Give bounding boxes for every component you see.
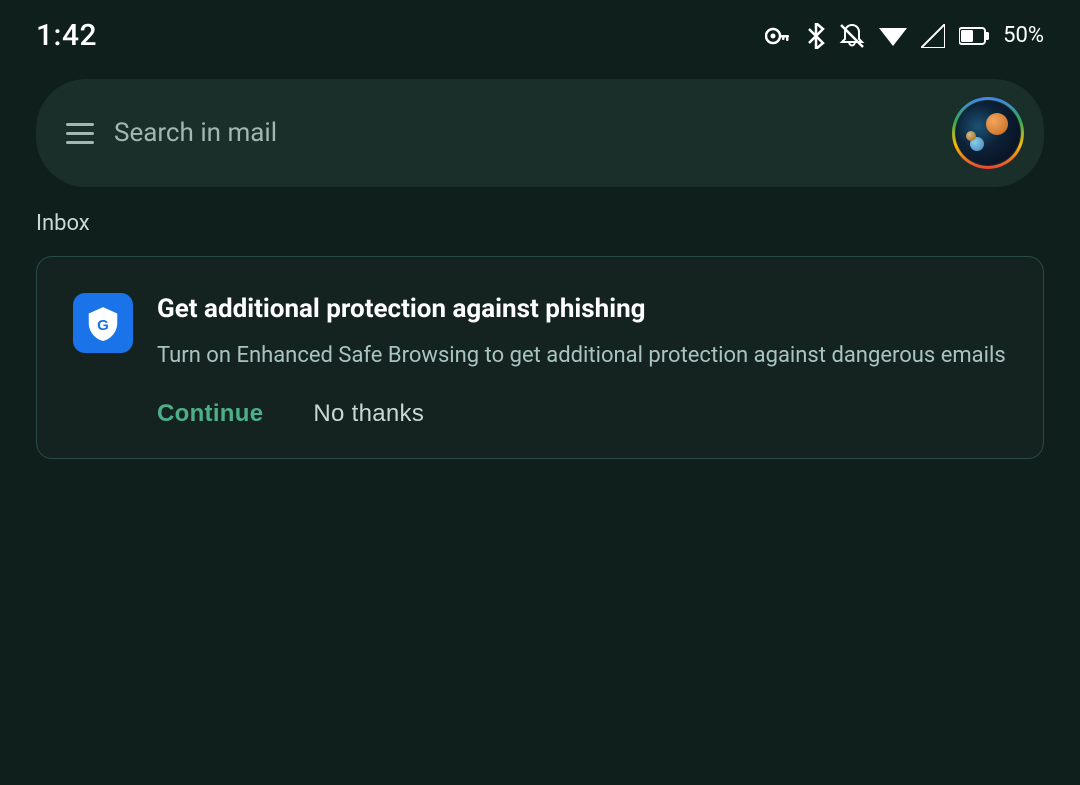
- promo-card: G Get additional protection against phis…: [36, 256, 1044, 459]
- status-time: 1:42: [36, 18, 97, 53]
- avatar-image: [956, 101, 1020, 165]
- bell-muted-icon: [839, 23, 865, 49]
- promo-title: Get additional protection against phishi…: [157, 293, 1007, 327]
- status-icons: 50%: [765, 23, 1044, 49]
- bluetooth-icon: [807, 23, 825, 49]
- search-bar-container: Search in mail: [0, 63, 1080, 211]
- cell-signal-icon: [921, 24, 945, 48]
- promo-text-block: Get additional protection against phishi…: [157, 293, 1007, 372]
- planet-decoration-1: [986, 113, 1008, 135]
- battery-percentage: 50%: [1003, 23, 1044, 48]
- wifi-icon: [879, 24, 907, 48]
- user-avatar[interactable]: [952, 97, 1024, 169]
- search-placeholder[interactable]: Search in mail: [114, 118, 932, 148]
- battery-icon: [959, 26, 989, 46]
- svg-text:G: G: [97, 317, 109, 334]
- continue-button[interactable]: Continue: [157, 400, 263, 428]
- promo-card-header: G Get additional protection against phis…: [73, 293, 1007, 372]
- vpn-key-icon: [765, 26, 793, 46]
- hamburger-menu-icon[interactable]: [66, 123, 94, 144]
- no-thanks-button[interactable]: No thanks: [313, 400, 424, 428]
- promo-actions: Continue No thanks: [73, 400, 1007, 428]
- promo-description: Turn on Enhanced Safe Browsing to get ad…: [157, 339, 1007, 372]
- inbox-label: Inbox: [0, 211, 1080, 256]
- search-bar[interactable]: Search in mail: [36, 79, 1044, 187]
- google-shield-icon: G: [73, 293, 133, 353]
- planet-decoration-3: [966, 131, 976, 141]
- status-bar: 1:42: [0, 0, 1080, 63]
